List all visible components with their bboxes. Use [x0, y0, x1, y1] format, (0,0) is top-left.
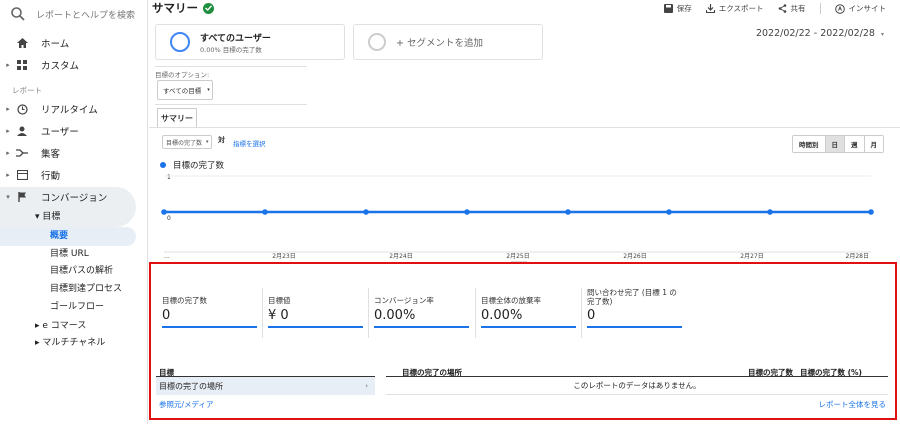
sidebar-item-ecommerce[interactable]: ▸ e コマース [35, 317, 86, 335]
x-tick-label: 2月26日 [623, 253, 646, 260]
sidebar-item-conversion[interactable]: ▾ コンバージョン [0, 187, 136, 207]
kpi-sparkline [481, 326, 576, 328]
x-tick-label: 2月24日 [389, 253, 412, 260]
sidebar-item-reverse-goal-path[interactable]: 目標パスの解析 [50, 262, 113, 280]
sidebar-item-label: 行動 [41, 171, 61, 182]
sidebar-item-goal-flow[interactable]: ゴールフロー [50, 298, 104, 316]
goal-completion-location-row[interactable]: 目標の完了の場所 › [156, 377, 375, 395]
sidebar-item-label: リアルタイム [41, 105, 98, 116]
kpi-block: 目標全体の放棄率 0.00% [475, 288, 576, 348]
x-tick-label: 2月25日 [506, 253, 529, 260]
sidebar-item-funnel[interactable]: 目標到達プロセス [50, 280, 122, 298]
sidebar-item-custom[interactable]: ▸ カスタム [0, 55, 136, 75]
sidebar-item-label: ホーム [41, 39, 70, 50]
kpi-sparkline [268, 326, 363, 328]
source-medium-link[interactable]: 参照元/メディア [159, 399, 214, 410]
sidebar-item-label: ユーザー [41, 127, 79, 138]
kpi-block: コンバージョン率 0.00% [368, 288, 469, 348]
x-tick-label: 2月27日 [740, 253, 763, 260]
data-point[interactable] [868, 209, 874, 215]
kpi-divider [368, 288, 369, 338]
kpi-sparkline [162, 326, 257, 328]
kpi-value: ¥ 0 [268, 308, 289, 323]
kpi-block: 目標の完了数 0 [162, 288, 257, 348]
sidebar-item-label: カスタム [41, 61, 80, 72]
data-point[interactable] [767, 209, 773, 215]
kpi-divider [475, 288, 476, 338]
data-point[interactable] [363, 209, 369, 215]
kpi-value: 0.00% [481, 308, 523, 323]
kpi-label: コンバージョン率 [374, 296, 434, 305]
kpi-block: 目標値 ¥ 0 [262, 288, 363, 348]
line-chart: ... 2月23日 2月24日 2月25日 2月26日 2月27日 2月28日 [161, 175, 874, 262]
sidebar-item-realtime[interactable]: ▸ リアルタイム [0, 99, 136, 119]
x-tick-label: 2月23日 [272, 253, 295, 260]
data-point[interactable] [565, 209, 571, 215]
kpi-sparkline [587, 326, 682, 328]
person-icon [15, 124, 29, 138]
x-tick-label: ... [164, 253, 170, 260]
clock-icon [15, 102, 29, 116]
sidebar: レポートとヘルプを検索 ホーム ▸ カスタム レポート ▸ リアルタイム ▸ ユ… [0, 0, 148, 424]
sidebar-item-user[interactable]: ▸ ユーザー [0, 121, 136, 141]
sidebar-item-goals[interactable]: ▾ 目標 [35, 208, 60, 226]
kpi-label: 目標の完了数 [162, 296, 207, 305]
acquisition-icon [15, 146, 29, 160]
collapse-arrow-icon: ▾ [6, 193, 10, 201]
kpi-value: 0 [587, 308, 596, 323]
search-placeholder: レポートとヘルプを検索 [36, 10, 136, 21]
sidebar-item-label: コンバージョン [41, 193, 108, 204]
no-data-message: このレポートのデータはありません。 [386, 377, 888, 395]
kpi-block: 問い合わせ完了 (目標 1 の完了数) 0 [581, 288, 682, 348]
sidebar-item-behavior[interactable]: ▸ 行動 [0, 165, 136, 185]
data-point[interactable] [464, 209, 470, 215]
behavior-icon [15, 168, 29, 182]
dashboard-icon [15, 58, 29, 72]
kpi-label: 問い合わせ完了 (目標 1 の完了数) [587, 288, 677, 306]
kpi-sparkline [374, 326, 469, 328]
sidebar-item-acquisition[interactable]: ▸ 集客 [0, 143, 136, 163]
expand-arrow-icon: ▸ [6, 149, 10, 157]
expand-arrow-icon: ▸ [6, 171, 10, 179]
sidebar-item-overview[interactable]: 概要 [50, 227, 68, 245]
expand-arrow-icon: ▸ [6, 61, 10, 69]
chevron-right-icon: › [365, 382, 368, 390]
view-full-report-link[interactable]: レポート全体を見る [819, 399, 887, 410]
kpi-divider [262, 288, 263, 338]
expand-arrow-icon: ▸ [6, 127, 10, 135]
expand-arrow-icon: ▸ [6, 105, 10, 113]
sidebar-item-label: 集客 [41, 149, 61, 160]
data-point[interactable] [262, 209, 268, 215]
x-tick-label: 2月28日 [846, 253, 869, 260]
home-icon [15, 36, 29, 50]
data-point[interactable] [666, 209, 672, 215]
kpi-value: 0 [162, 308, 171, 323]
sidebar-item-goal-url[interactable]: 目標 URL [50, 245, 89, 263]
kpi-divider [581, 288, 582, 338]
flag-icon [15, 190, 29, 204]
main-content: サマリー 保存 エクスポート 共有 インサイト すべてのユーザー 0.00% 目… [149, 0, 900, 424]
reports-section-label: レポート [12, 86, 42, 95]
kpi-value: 0.00% [374, 308, 416, 323]
kpi-label: 目標全体の放棄率 [481, 296, 541, 305]
data-point[interactable] [161, 209, 167, 215]
search-box[interactable]: レポートとヘルプを検索 [0, 0, 148, 28]
kpi-label: 目標値 [268, 296, 291, 305]
search-icon [11, 7, 25, 21]
sidebar-item-multichannel[interactable]: ▸ マルチチャネル [35, 334, 105, 352]
sidebar-item-home[interactable]: ホーム [0, 33, 136, 53]
